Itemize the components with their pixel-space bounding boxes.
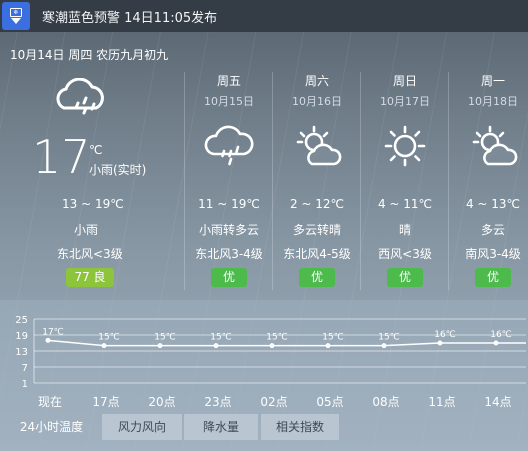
temperature-value-label: 15℃	[154, 333, 176, 343]
temperature-value-label: 15℃	[98, 333, 120, 343]
current-weather: 小雨(实时)	[89, 163, 147, 177]
x-tick-label: 17点	[92, 395, 119, 409]
temperature-point	[157, 343, 163, 349]
temperature-unit: ℃	[89, 143, 103, 157]
x-tick-label: 23点	[204, 395, 231, 409]
temperature-point	[325, 343, 331, 349]
x-tick-label: 05点	[316, 395, 343, 409]
temperature-point	[437, 340, 443, 346]
temperature-point	[269, 343, 275, 349]
sun-icon	[384, 125, 426, 167]
y-tick-label: 7	[22, 363, 28, 374]
y-tick-label: 1	[22, 379, 28, 390]
temperature-value-label: 17℃	[42, 327, 64, 337]
today-condition: 小雨	[74, 223, 99, 237]
temperature-point	[101, 343, 107, 349]
temperature-value-label: 15℃	[322, 333, 344, 343]
partly-cloudy-icon	[296, 125, 342, 166]
x-tick-label: 14点	[484, 395, 511, 409]
temperature-value-label: 15℃	[210, 333, 232, 343]
y-tick-label: 25	[15, 315, 28, 326]
forecast-wind: 南风3-4级	[465, 247, 521, 261]
temperature-value-label: 16℃	[490, 330, 512, 340]
today-aqi-badge[interactable]: 77 良	[66, 268, 114, 287]
weekday: 周日	[392, 74, 417, 88]
tab-24h-temperature[interactable]: 24小时温度	[4, 414, 99, 440]
forecast-wind: 西风<3级	[378, 247, 432, 261]
forecast-date: 10月18日	[468, 95, 518, 108]
forecast-temp-range: 4 ~ 13℃	[465, 197, 521, 211]
forecast-wind: 东北风3-4级	[195, 247, 263, 261]
forecast-date: 10月17日	[380, 95, 430, 108]
weekday: 周一	[480, 74, 505, 88]
x-tick-label: 20点	[148, 395, 175, 409]
temperature-point	[381, 343, 387, 349]
weekday: 周六	[304, 74, 329, 88]
forecast-condition: 晴	[398, 223, 411, 237]
forecast-condition: 小雨转多云	[198, 223, 259, 237]
temperature-point	[493, 340, 499, 346]
forecast-date: 10月16日	[292, 95, 342, 108]
forecast-aqi-badge[interactable]: 优	[387, 268, 423, 287]
warning-text[interactable]: 寒潮蓝色预警 14日11:05发布	[42, 7, 217, 26]
forecast-aqi-badge[interactable]: 优	[211, 268, 247, 287]
temperature-point	[45, 337, 51, 343]
temperature-value-label: 16℃	[434, 330, 456, 340]
tab-related-index[interactable]: 相关指数	[261, 414, 339, 440]
weather-widget: ❄ 寒潮蓝色预警 14日11:05发布 10月14日 周四 农历九月初九 17 …	[0, 0, 528, 451]
forecast-condition: 多云转晴	[292, 223, 341, 237]
x-tick-label: 02点	[260, 395, 287, 409]
x-tick-label: 11点	[428, 395, 455, 409]
y-tick-label: 13	[15, 347, 28, 358]
x-tick-label: 08点	[372, 395, 399, 409]
forecast-temp-range: 11 ~ 19℃	[198, 197, 260, 211]
partly-cloudy-icon	[472, 125, 518, 166]
temperature-point	[213, 343, 219, 349]
temperature-value-label: 15℃	[378, 333, 400, 343]
chart-tabs: 24小时温度 风力风向 降水量 相关指数	[0, 414, 528, 440]
date-line: 10月14日 周四 农历九月初九	[10, 48, 169, 62]
current-temperature: 17	[32, 130, 91, 184]
forecast-aqi-badge[interactable]: 优	[299, 268, 335, 287]
forecast-date: 10月15日	[204, 95, 254, 108]
today-wind: 东北风<3级	[57, 247, 123, 261]
weekday: 周五	[216, 74, 241, 88]
forecast-temp-range: 2 ~ 12℃	[289, 197, 345, 211]
forecast-temp-range: 4 ~ 11℃	[377, 197, 433, 211]
cloud-rain-icon	[56, 78, 104, 115]
y-tick-label: 19	[15, 331, 28, 342]
temperature-chart: 25 19 13 7 1 17℃ 现在 15℃ 17点 15℃ 20点 15℃ 23点 15℃ 02点 15℃…	[15, 315, 526, 409]
x-tick-label: 现在	[38, 395, 62, 409]
warning-bar[interactable]: ❄ 寒潮蓝色预警 14日11:05发布	[0, 0, 528, 32]
forecast-aqi-badge[interactable]: 优	[475, 268, 511, 287]
cloud-rain-icon	[204, 125, 254, 166]
today-temp-range: 13 ~ 19℃	[62, 197, 124, 211]
warning-badge-icon[interactable]: ❄	[2, 2, 30, 30]
tab-wind[interactable]: 风力风向	[102, 414, 182, 440]
tab-precipitation[interactable]: 降水量	[184, 414, 258, 440]
forecast-wind: 东北风4-5级	[283, 247, 351, 261]
temperature-value-label: 15℃	[266, 333, 288, 343]
forecast-condition: 多云	[480, 223, 505, 237]
